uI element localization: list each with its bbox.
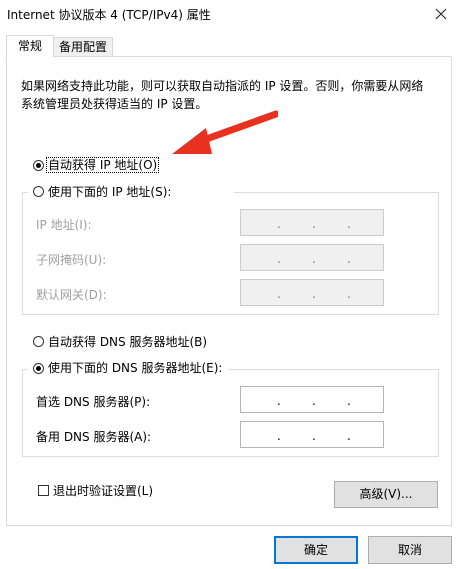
subnet-mask-input[interactable]: ... [240, 244, 384, 271]
default-gateway-label: 默认网关(D): [36, 288, 107, 302]
advanced-button[interactable]: 高级(V)... [334, 481, 438, 508]
manual-ip-radio[interactable] [33, 186, 44, 197]
validate-on-exit-label[interactable]: 退出时验证设置(L) [53, 482, 153, 499]
subnet-mask-label: 子网掩码(U): [36, 253, 107, 267]
window-title: Internet 协议版本 4 (TCP/IPv4) 属性 [7, 8, 211, 22]
tab-general[interactable]: 常规 [6, 35, 54, 58]
auto-dns-radio[interactable] [33, 336, 44, 347]
auto-dns-label[interactable]: 自动获得 DNS 服务器地址(B) [48, 333, 207, 350]
default-gateway-input[interactable]: ... [240, 279, 384, 306]
preferred-dns-input[interactable]: ... [240, 386, 384, 413]
ip-address-input[interactable]: ... [240, 209, 384, 236]
alternate-dns-input[interactable]: ... [240, 421, 384, 448]
manual-ip-label[interactable]: 使用下面的 IP 地址(S): [48, 183, 171, 200]
tab-alternate-configuration[interactable]: 备用配置 [53, 37, 113, 57]
auto-ip-label-text: 自动获得 IP 地址(O) [45, 157, 160, 173]
auto-ip-label[interactable]: 自动获得 IP 地址(O) [45, 156, 160, 173]
cancel-button[interactable]: 取消 [368, 536, 452, 564]
ip-address-label: IP 地址(I): [36, 218, 92, 232]
ok-button[interactable]: 确定 [274, 536, 358, 564]
preferred-dns-label: 首选 DNS 服务器(P): [36, 395, 151, 409]
auto-ip-radio[interactable] [33, 160, 44, 171]
manual-dns-radio[interactable] [33, 363, 44, 374]
alternate-dns-label: 备用 DNS 服务器(A): [36, 430, 152, 444]
title-bar: Internet 协议版本 4 (TCP/IPv4) 属性 [0, 0, 457, 30]
close-icon[interactable] [430, 4, 452, 24]
manual-dns-label[interactable]: 使用下面的 DNS 服务器地址(E): [48, 359, 222, 376]
validate-on-exit-checkbox[interactable] [38, 485, 49, 496]
red-arrow-icon [172, 110, 278, 154]
